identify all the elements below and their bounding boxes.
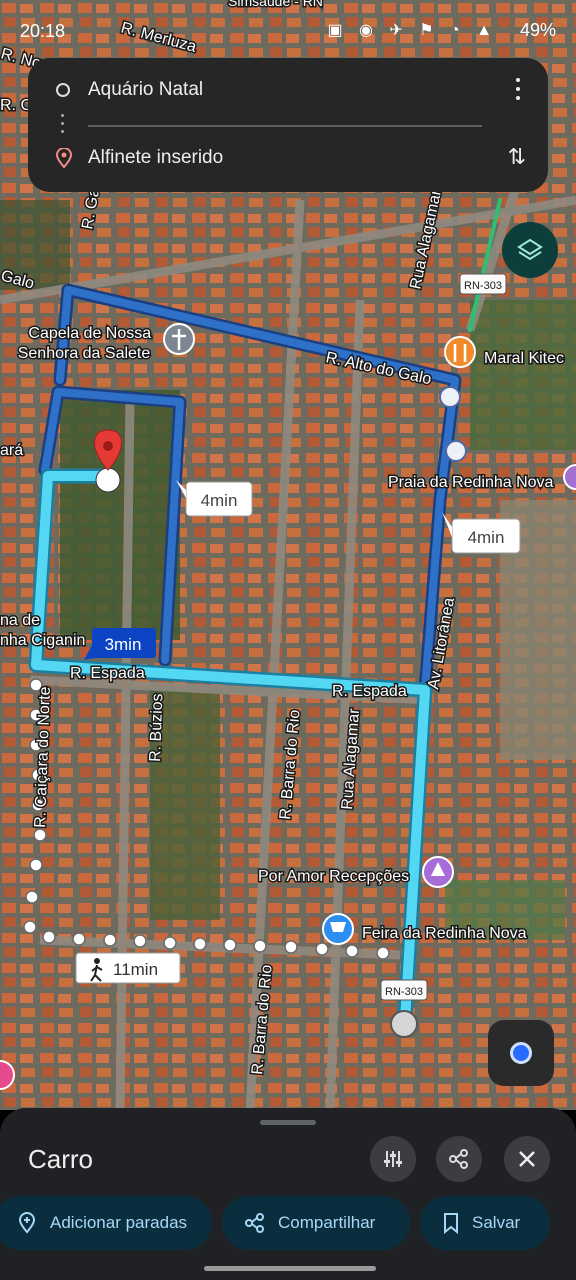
beach-label: Praia da Redinha Nova	[388, 474, 554, 491]
share-icon	[449, 1149, 468, 1169]
walking-time-callout[interactable]: 11min	[75, 952, 181, 984]
destination-row[interactable]: Alfinete inserido	[56, 138, 524, 178]
share-route-button[interactable]	[436, 1136, 482, 1182]
close-button[interactable]	[504, 1136, 550, 1182]
tune-icon	[384, 1151, 402, 1167]
bookmark-icon	[444, 1213, 458, 1234]
street-label: R. Búzios	[147, 693, 166, 762]
my-location-button[interactable]	[488, 1020, 554, 1086]
svg-text:3min: 3min	[105, 635, 142, 654]
battery-level: 49%	[519, 20, 556, 40]
origin-label[interactable]: Aquário Natal	[88, 79, 203, 101]
route-end-marker[interactable]	[390, 1010, 418, 1038]
restaurant-icon[interactable]	[444, 336, 476, 368]
street-label: ará	[0, 442, 23, 459]
street-label: nha Ciganin	[0, 632, 85, 649]
svg-text:RN-303: RN-303	[464, 280, 502, 292]
add-stops-button[interactable]: Adicionar paradas	[0, 1196, 212, 1250]
restaurant-label: Maral Kitec	[484, 350, 564, 367]
origin-circle-icon	[56, 83, 70, 97]
save-label: Salvar	[472, 1213, 521, 1232]
venue-icon[interactable]	[422, 856, 454, 888]
route-time-4min-left[interactable]: 4min	[176, 480, 253, 517]
svg-text:11min: 11min	[113, 960, 158, 979]
layers-icon	[517, 238, 543, 261]
road-shield: RN-303	[459, 273, 507, 295]
route-divider	[88, 125, 482, 127]
street-label: R. Espada	[70, 665, 145, 682]
destination-pin-icon	[56, 148, 72, 168]
status-time: 20:18	[20, 21, 66, 41]
shopping-cart-icon[interactable]	[322, 913, 354, 945]
share-icon	[245, 1213, 264, 1233]
street-label: R. Espada	[332, 683, 407, 700]
church-label-line2: Senhora da Salete	[18, 345, 151, 362]
share-chip-button[interactable]: Compartilhar	[222, 1196, 410, 1250]
directions-sheet: Carro Adicionar paradas Compartilhar Sal…	[0, 1108, 576, 1280]
market-label: Feira da Redinha Nova	[362, 925, 527, 942]
more-options-icon[interactable]	[514, 78, 522, 105]
status-icons: ▣ ◉ ✈ ⚑ ◔ ▲	[327, 22, 498, 39]
church-icon[interactable]	[163, 323, 195, 355]
road-shield: RN-303	[380, 979, 428, 1001]
sheet-drag-handle[interactable]	[260, 1120, 316, 1125]
street-label: na de	[0, 612, 40, 629]
route-connector	[61, 114, 65, 138]
destination-label[interactable]: Alfinete inserido	[88, 147, 223, 169]
travel-mode-title: Carro	[28, 1144, 94, 1174]
location-dot-icon	[510, 1042, 532, 1064]
swap-directions-icon[interactable]: ⇅	[508, 144, 526, 170]
layers-button[interactable]	[502, 222, 558, 278]
gesture-nav-bar[interactable]	[204, 1266, 376, 1271]
close-icon	[519, 1151, 535, 1167]
route-options-button[interactable]	[370, 1136, 416, 1182]
route-card: Aquário Natal Alfinete inserido ⇅	[28, 58, 548, 192]
svg-text:4min: 4min	[201, 491, 238, 510]
svg-text:4min: 4min	[468, 528, 505, 547]
add-location-icon	[18, 1212, 36, 1234]
church-label-line1: Capela de Nossa	[28, 325, 151, 342]
venue-label: Por Amor Recepções	[258, 868, 409, 885]
save-button[interactable]: Salvar	[420, 1196, 550, 1250]
origin-row[interactable]: Aquário Natal	[56, 70, 524, 110]
route-time-3min-selected[interactable]: 3min	[84, 628, 156, 660]
status-bar: 20:18 ▣ ◉ ✈ ⚑ ◔ ▲ 49%	[0, 0, 576, 60]
svg-text:RN-303: RN-303	[385, 986, 423, 998]
add-stops-label: Adicionar paradas	[50, 1213, 188, 1232]
share-chip-label: Compartilhar	[278, 1213, 376, 1232]
